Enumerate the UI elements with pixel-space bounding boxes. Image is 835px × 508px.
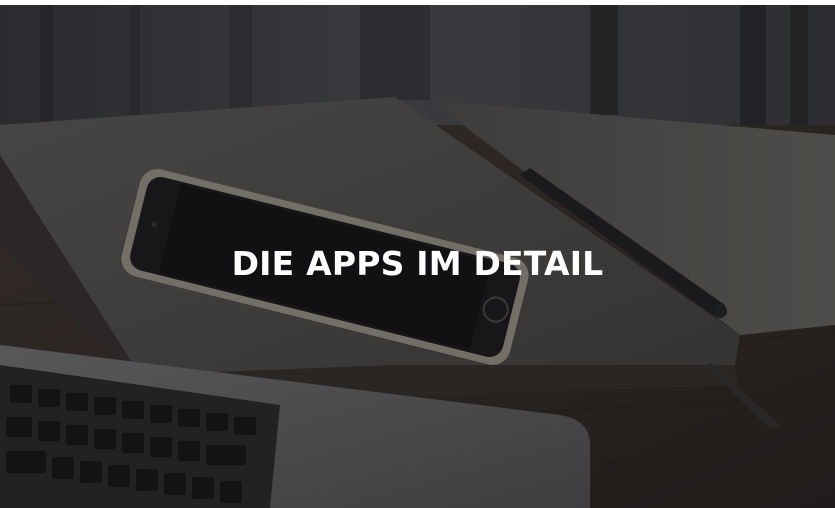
hero-title: DIE APPS IM DETAIL [231,244,604,283]
hero-banner: DIE APPS IM DETAIL [0,5,835,508]
